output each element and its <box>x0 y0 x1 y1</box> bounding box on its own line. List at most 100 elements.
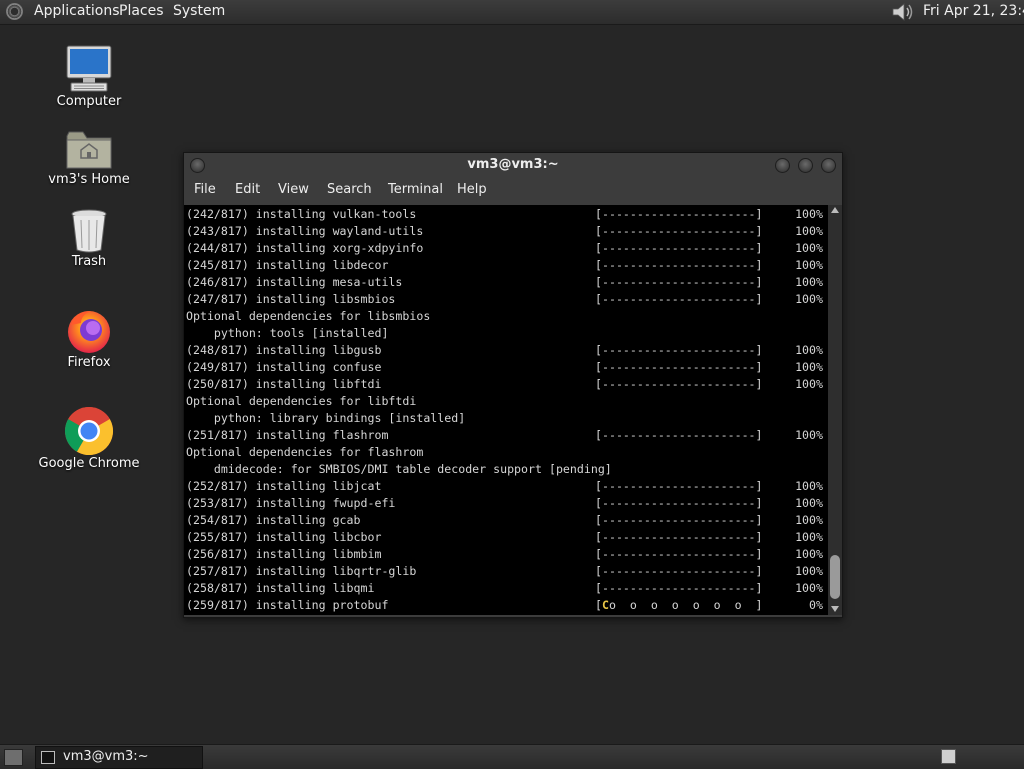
desktop-icon-firefox[interactable]: Firefox <box>29 307 149 370</box>
progress-percent: 100% <box>795 241 823 255</box>
scroll-down-arrow-icon[interactable] <box>831 606 839 612</box>
progress-percent: 100% <box>795 564 823 578</box>
progress-percent: 100% <box>795 360 823 374</box>
distro-logo-icon[interactable] <box>6 3 23 20</box>
terminal-line: (244/817) installing xorg-xdpyinfo <box>186 241 424 255</box>
desktop-icon-label: Firefox <box>67 355 111 370</box>
terminal-line: (246/817) installing mesa-utils <box>186 275 403 289</box>
desktop-icon-label: Trash <box>71 254 107 269</box>
progress-percent: 100% <box>795 581 823 595</box>
terminal-line: (251/817) installing flashrom <box>186 428 389 442</box>
terminal-line: dmidecode: for SMBIOS/DMI table decoder … <box>186 462 612 476</box>
desktop-icon-home[interactable]: vm3's Home <box>29 128 149 187</box>
firefox-icon <box>68 311 110 353</box>
desktop-icon-chrome[interactable]: Google Chrome <box>29 406 149 471</box>
workspace-switcher[interactable] <box>941 749 956 764</box>
progress-bar-text: [----------------------] <box>595 275 763 289</box>
terminal-line: (250/817) installing libftdi <box>186 377 382 391</box>
progress-bar-text: [----------------------] <box>595 377 763 391</box>
terminal-line: (254/817) installing gcab <box>186 513 361 527</box>
menu-edit[interactable]: Edit <box>235 182 260 197</box>
progress-percent: 100% <box>795 547 823 561</box>
chrome-icon <box>64 406 114 456</box>
window-titlebar[interactable]: vm3@vm3:~ <box>184 153 842 177</box>
minimize-button[interactable] <box>775 158 790 173</box>
terminal-line: (248/817) installing libgusb <box>186 343 382 357</box>
taskbar-button-terminal[interactable]: vm3@vm3:~ <box>35 746 203 769</box>
terminal-line: Optional dependencies for libsmbios <box>186 309 431 323</box>
progress-percent: 100% <box>795 496 823 510</box>
menu-search[interactable]: Search <box>327 182 372 197</box>
close-button[interactable] <box>821 158 836 173</box>
terminal-line: (259/817) installing protobuf <box>186 598 389 612</box>
terminal-line: Optional dependencies for libftdi <box>186 394 417 408</box>
terminal-line: (242/817) installing vulkan-tools <box>186 207 417 221</box>
terminal-line: (256/817) installing libmbim <box>186 547 382 561</box>
trash-icon <box>71 209 107 253</box>
progress-percent: 0% <box>809 598 823 612</box>
terminal-line: (255/817) installing libcbor <box>186 530 382 544</box>
terminal-icon <box>41 751 55 764</box>
terminal-line: (249/817) installing confuse <box>186 360 382 374</box>
progress-bar-text: [----------------------] <box>595 513 763 527</box>
places-menu[interactable]: Places <box>119 3 164 19</box>
scroll-thumb[interactable] <box>830 555 840 599</box>
bottom-panel: vm3@vm3:~ <box>0 744 1024 769</box>
taskbar-label: vm3@vm3:~ <box>63 749 149 764</box>
clock[interactable]: Fri Apr 21, 23:46 <box>923 3 1024 19</box>
progress-percent: 100% <box>795 275 823 289</box>
menu-view[interactable]: View <box>278 182 309 197</box>
pacman-progress-icon: C <box>601 598 609 612</box>
window-title: vm3@vm3:~ <box>467 157 559 172</box>
progress-bar-text: [----------------------] <box>595 360 763 374</box>
progress-bar-text: [----------------------] <box>595 224 763 238</box>
progress-percent: 100% <box>795 530 823 544</box>
scroll-up-arrow-icon[interactable] <box>831 207 839 213</box>
progress-bar-text: [----------------------] <box>595 241 763 255</box>
progress-bar-text: [----------------------] <box>595 292 763 306</box>
progress-bar-text: [----------------------] <box>595 581 763 595</box>
terminal-line: (258/817) installing libqmi <box>186 581 375 595</box>
progress-bar-text: [----------------------] <box>595 479 763 493</box>
desktop-icon-label: Computer <box>56 94 122 109</box>
progress-bar-text: [----------------------] <box>595 258 763 272</box>
terminal-line: Optional dependencies for flashrom <box>186 445 424 459</box>
menu-file[interactable]: File <box>194 182 216 197</box>
terminal-line: (253/817) installing fwupd-efi <box>186 496 396 510</box>
terminal-line: (252/817) installing libjcat <box>186 479 382 493</box>
home-folder-icon <box>66 131 112 169</box>
progress-percent: 100% <box>795 258 823 272</box>
progress-bar-text: [----------------------] <box>595 530 763 544</box>
desktop-icon-label: vm3's Home <box>48 172 130 187</box>
progress-bar-rest: o o o o o o o ] <box>608 598 763 612</box>
progress-bar-text: [----------------------] <box>595 343 763 357</box>
progress-percent: 100% <box>795 343 823 357</box>
show-desktop-icon[interactable] <box>4 749 23 766</box>
progress-percent: 100% <box>795 207 823 221</box>
scrollbar[interactable] <box>828 205 842 615</box>
progress-percent: 100% <box>795 479 823 493</box>
volume-icon[interactable] <box>890 2 916 22</box>
desktop-icon-label: Google Chrome <box>38 456 140 471</box>
progress-bar-text: [----------------------] <box>595 428 763 442</box>
computer-icon <box>66 45 112 92</box>
terminal-line: (243/817) installing wayland-utils <box>186 224 424 238</box>
terminal-line: python: tools [installed] <box>186 326 389 340</box>
terminal-output[interactable]: (242/817) installing vulkan-tools [------… <box>184 205 828 615</box>
progress-bar-text: [----------------------] <box>595 564 763 578</box>
maximize-button[interactable] <box>798 158 813 173</box>
progress-bar-text: [Co o o o o o o ] <box>595 597 763 614</box>
progress-percent: 100% <box>795 428 823 442</box>
progress-percent: 100% <box>795 377 823 391</box>
menu-help[interactable]: Help <box>457 182 487 197</box>
menu-terminal[interactable]: Terminal <box>388 182 443 197</box>
system-menu[interactable]: System <box>173 3 225 19</box>
applications-menu[interactable]: Applications <box>34 3 120 19</box>
progress-bar-text: [----------------------] <box>595 207 763 221</box>
desktop-icon-computer[interactable]: Computer <box>29 44 149 109</box>
desktop-icon-trash[interactable]: Trash <box>29 208 149 269</box>
terminal-window: vm3@vm3:~ File Edit View Search Terminal… <box>183 152 843 618</box>
menubar: File Edit View Search Terminal Help <box>184 177 842 203</box>
progress-percent: 100% <box>795 292 823 306</box>
terminal-line: (247/817) installing libsmbios <box>186 292 396 306</box>
